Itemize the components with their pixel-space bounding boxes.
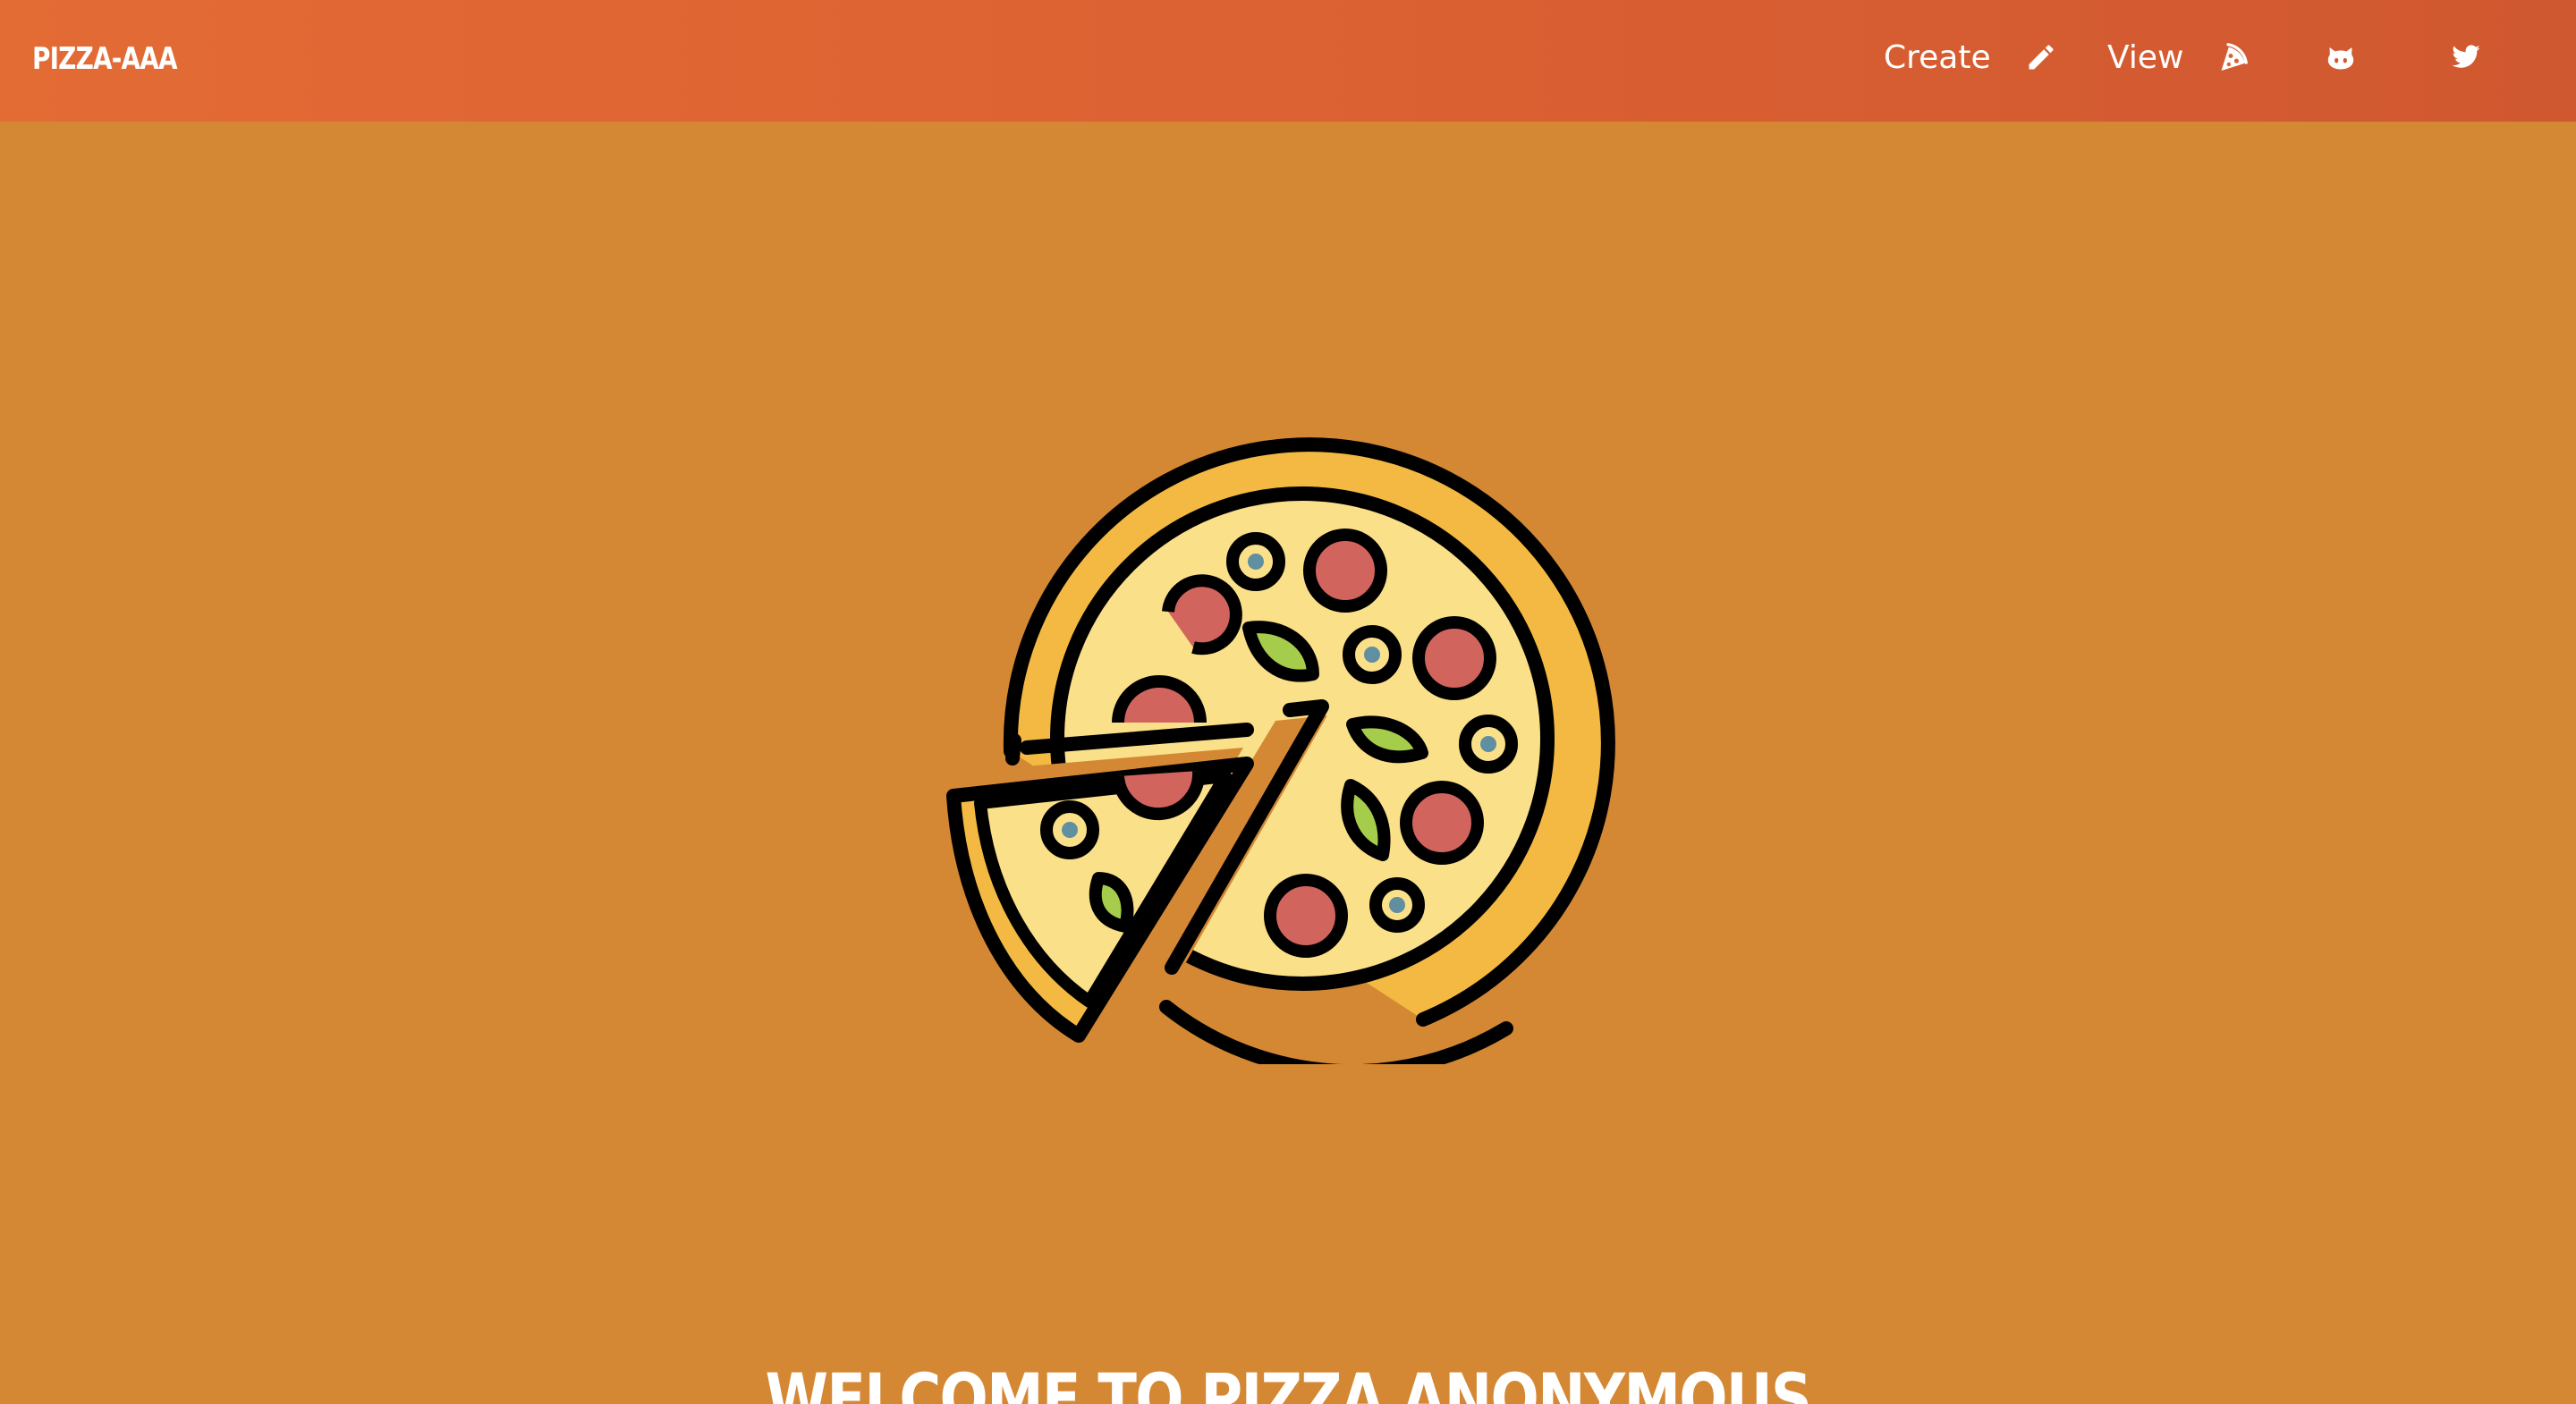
brand-logo[interactable]: PIZZA-AAA bbox=[32, 34, 178, 84]
twitter-icon bbox=[2451, 42, 2481, 72]
top-navbar: PIZZA-AAA Create View bbox=[0, 0, 2576, 122]
nav-view-link[interactable]: View bbox=[2107, 30, 2250, 84]
nav-twitter-link[interactable] bbox=[2451, 30, 2481, 84]
nav-view-label: View bbox=[2107, 38, 2184, 76]
nav-create-label: Create bbox=[1884, 38, 1991, 76]
nav-github-link[interactable] bbox=[2326, 30, 2356, 84]
pizza-slice-icon bbox=[2217, 41, 2250, 73]
hero-pizza-illustration bbox=[934, 420, 1631, 1079]
pencil-icon bbox=[2025, 41, 2057, 73]
pizza-illustration-svg bbox=[946, 437, 1615, 1079]
nav-create-link[interactable]: Create bbox=[1884, 30, 2057, 84]
github-icon bbox=[2326, 42, 2356, 72]
welcome-heading: WELCOME TO PIZZA ANONYMOUS bbox=[765, 1358, 1812, 1404]
